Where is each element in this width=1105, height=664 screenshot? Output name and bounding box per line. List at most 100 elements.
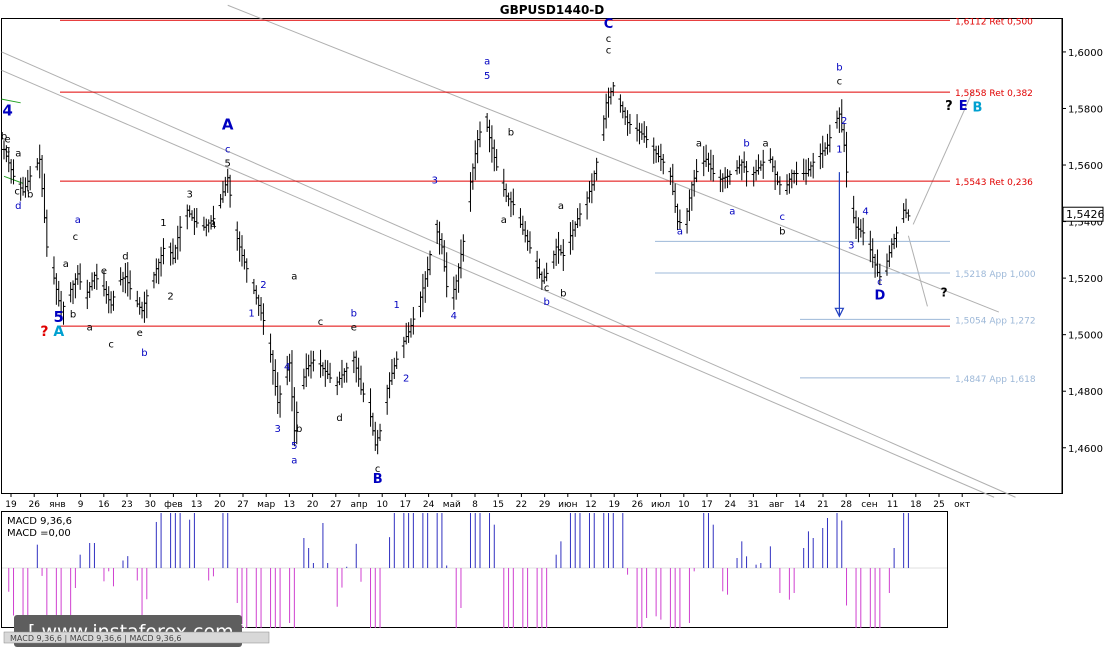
y-tick-label: 1,5600 bbox=[1068, 161, 1103, 172]
wave-label: c bbox=[780, 212, 786, 223]
wave-label: a bbox=[63, 259, 69, 270]
x-tick-label: фев bbox=[164, 500, 183, 510]
x-tick-label: 25 bbox=[933, 500, 944, 510]
wave-label: A bbox=[53, 324, 64, 340]
wave-label: d bbox=[15, 201, 21, 212]
x-tick-label: 31 bbox=[748, 500, 759, 510]
x-tick-label: 26 bbox=[632, 500, 644, 510]
bottom-tab-label: MACD 9,36,6 | MACD 9,36,6 | MACD 9,36,6 bbox=[10, 634, 181, 643]
x-tick-label: 11 bbox=[887, 500, 898, 510]
x-tick-label: 27 bbox=[237, 500, 248, 510]
wave-label: c bbox=[606, 45, 612, 56]
x-tick-label: 23 bbox=[121, 500, 132, 510]
wave-label: c bbox=[14, 187, 20, 198]
level-label: 1,6112 Ret 0,500 bbox=[955, 17, 1033, 27]
wave-label: ? bbox=[40, 324, 48, 340]
wave-label: b bbox=[141, 348, 147, 359]
y-tick-label: 1,4800 bbox=[1068, 387, 1103, 398]
level-label: 1,5054 App 1,272 bbox=[955, 316, 1036, 326]
current-price-tag: 1,5426 bbox=[1062, 206, 1105, 222]
wave-label: b bbox=[560, 288, 566, 299]
wave-label: a bbox=[677, 226, 683, 237]
wave-label: e bbox=[101, 266, 107, 277]
wave-label: b bbox=[351, 308, 357, 319]
x-tick-label: 19 bbox=[608, 500, 620, 510]
wave-label: 5 bbox=[484, 71, 490, 82]
wave-label: c bbox=[877, 277, 883, 288]
level-label: 1,5218 App 1,000 bbox=[955, 270, 1036, 280]
x-tick-label: 28 bbox=[840, 500, 852, 510]
wave-label: a bbox=[484, 57, 490, 68]
wave-label: a bbox=[729, 207, 735, 218]
x-tick-label: авг bbox=[769, 500, 785, 510]
x-tick-label: июн bbox=[558, 500, 577, 510]
x-tick-label: 19 bbox=[5, 500, 17, 510]
wave-label: B bbox=[972, 100, 982, 115]
wave-label: 1 bbox=[248, 308, 254, 319]
y-tick-label: 1,5000 bbox=[1068, 331, 1103, 342]
x-tick-label: июл bbox=[651, 500, 670, 510]
bottom-tab[interactable]: MACD 9,36,6 | MACD 9,36,6 | MACD 9,36,6 bbox=[3, 631, 270, 644]
wave-label: 1 bbox=[836, 144, 842, 155]
wave-label: 5 bbox=[225, 158, 231, 169]
wave-label: a bbox=[763, 139, 769, 150]
wave-label: D bbox=[874, 288, 885, 303]
wave-label: b bbox=[508, 127, 514, 138]
x-tick-label: 26 bbox=[28, 500, 40, 510]
wave-label: E bbox=[959, 99, 968, 114]
wave-label: a bbox=[291, 272, 297, 283]
x-tick-label: 13 bbox=[284, 500, 295, 510]
wave-label: d bbox=[336, 413, 342, 424]
wave-label: C bbox=[604, 17, 614, 32]
wave-label: B bbox=[373, 472, 383, 487]
wave-label: 1 bbox=[394, 300, 400, 311]
x-tick-label: 17 bbox=[701, 500, 712, 510]
x-tick-label: 12 bbox=[585, 500, 596, 510]
wave-label: 2 bbox=[403, 373, 409, 384]
chart-svg: 1,6112 Ret 0,500 1,5858 Ret 0,382 1,5543 R… bbox=[0, 0, 1105, 660]
x-tick-label: 10 bbox=[376, 500, 388, 510]
x-tick-label: апр bbox=[350, 500, 367, 510]
x-tick-label: 13 bbox=[191, 500, 202, 510]
x-tick-label: 24 bbox=[724, 500, 736, 510]
x-tick-label: 30 bbox=[144, 500, 156, 510]
wave-label: c bbox=[73, 232, 79, 243]
wave-label: 4 bbox=[862, 207, 868, 218]
wave-label: 5 bbox=[291, 441, 297, 452]
wave-label: 3 bbox=[848, 240, 854, 251]
level-label: 1,5543 Ret 0,236 bbox=[955, 178, 1033, 188]
x-tick-label: 15 bbox=[492, 500, 503, 510]
wave-label: c bbox=[837, 76, 843, 87]
wave-label: a bbox=[501, 215, 507, 226]
y-tick-label: 1,5200 bbox=[1068, 274, 1103, 285]
macd-label: MACD 9,36,6 bbox=[7, 516, 72, 527]
y-tick-label: 1,6000 bbox=[1068, 48, 1103, 59]
y-tick-label: 1,5800 bbox=[1068, 104, 1103, 115]
wave-label: b bbox=[779, 226, 785, 237]
wave-label: c bbox=[544, 283, 550, 294]
x-tick-label: мар bbox=[257, 500, 275, 510]
wave-label: 4 bbox=[2, 102, 12, 120]
x-tick-label: 29 bbox=[539, 500, 551, 510]
wave-label: e bbox=[137, 328, 143, 339]
wave-label: d bbox=[122, 252, 128, 263]
x-tick-label: сен bbox=[861, 500, 877, 510]
chart-root: 1,6112 Ret 0,500 1,5858 Ret 0,382 1,5543 R… bbox=[0, 0, 1105, 660]
wave-label: A bbox=[222, 116, 234, 134]
wave-label: ? bbox=[941, 285, 948, 299]
wave-label: 1 bbox=[160, 218, 166, 229]
wave-label: e bbox=[351, 322, 357, 333]
x-tick-label: 18 bbox=[910, 500, 922, 510]
x-tick-label: 20 bbox=[214, 500, 226, 510]
wave-label: b bbox=[70, 310, 76, 321]
wave-label: 3 bbox=[186, 190, 192, 201]
wave-label: 3 bbox=[432, 175, 438, 186]
wave-label: a bbox=[558, 201, 564, 212]
wave-label: b bbox=[296, 424, 302, 435]
level-label: 1,4847 App 1,618 bbox=[955, 375, 1036, 385]
macd-value-label: MACD =0,00 bbox=[7, 528, 71, 539]
x-tick-label: 16 bbox=[98, 500, 110, 510]
background bbox=[0, 0, 1105, 660]
wave-label: c bbox=[318, 317, 324, 328]
x-tick-label: 24 bbox=[423, 500, 435, 510]
